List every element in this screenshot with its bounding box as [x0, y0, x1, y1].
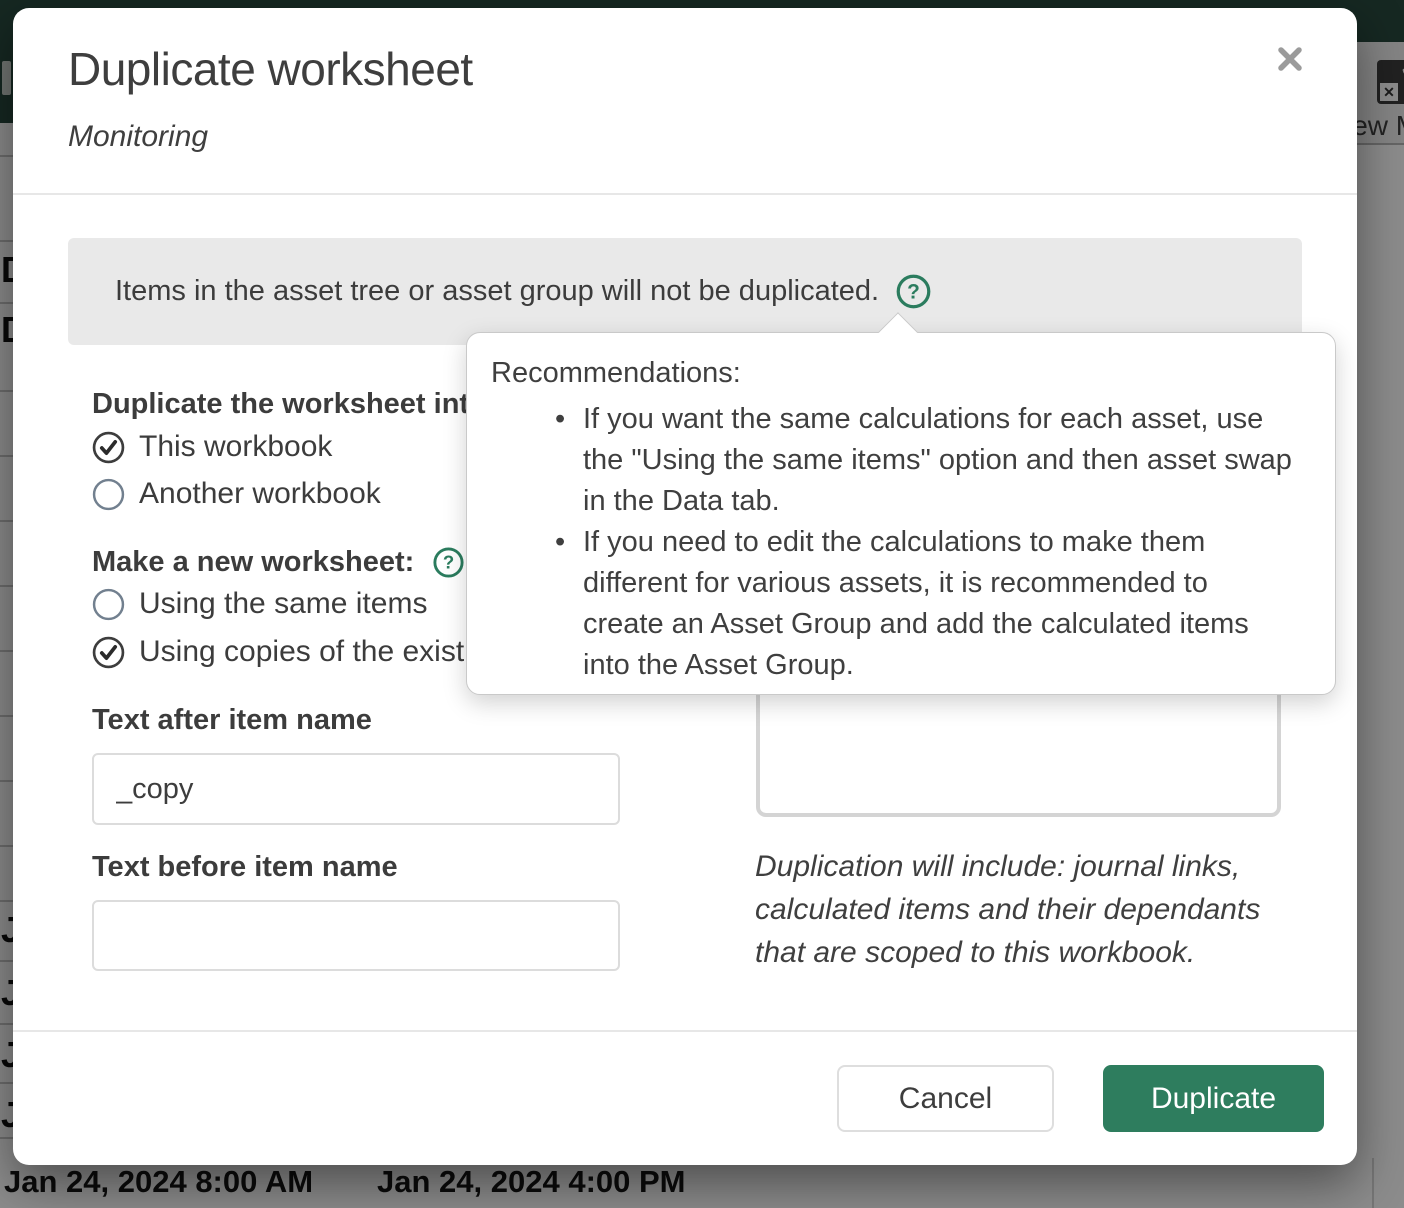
- worksheet-name: Monitoring: [68, 120, 208, 154]
- section-label-text: Make a new worksheet:: [92, 546, 414, 579]
- footer-divider: [13, 1030, 1357, 1032]
- tooltip-bullet-list: If you want the same calculations for ea…: [583, 399, 1295, 686]
- tooltip-title: Recommendations:: [491, 357, 741, 390]
- radio-unselected-icon: [92, 478, 125, 511]
- close-icon[interactable]: [1273, 42, 1317, 86]
- radio-label: Using the same items: [139, 587, 427, 621]
- help-icon[interactable]: ?: [432, 546, 465, 579]
- info-banner: Items in the asset tree or asset group w…: [68, 238, 1302, 345]
- new-worksheet-section-label: Make a new worksheet: ?: [92, 546, 465, 579]
- header-divider: [13, 193, 1357, 195]
- svg-text:?: ?: [907, 280, 920, 303]
- prefix-field-label: Text before item name: [92, 851, 398, 884]
- suffix-field-label: Text after item name: [92, 704, 372, 737]
- duplication-note: Duplication will include: journal links,…: [755, 845, 1275, 974]
- duplicate-button[interactable]: Duplicate: [1103, 1065, 1324, 1132]
- suffix-input[interactable]: [92, 753, 620, 825]
- tooltip-bullet: If you want the same calculations for ea…: [583, 399, 1295, 522]
- radio-unselected-icon: [92, 588, 125, 621]
- radio-label: This workbook: [139, 430, 332, 464]
- radio-this-workbook[interactable]: This workbook: [92, 430, 332, 464]
- radio-another-workbook[interactable]: Another workbook: [92, 477, 381, 511]
- radio-label: Another workbook: [139, 477, 381, 511]
- radio-selected-icon: [92, 636, 125, 669]
- radio-selected-icon: [92, 431, 125, 464]
- prefix-input[interactable]: [92, 900, 620, 971]
- tooltip-bullet: If you need to edit the calculations to …: [583, 522, 1295, 686]
- cancel-button[interactable]: Cancel: [837, 1065, 1054, 1132]
- dialog-title: Duplicate worksheet: [68, 42, 473, 96]
- radio-same-items[interactable]: Using the same items: [92, 587, 427, 621]
- info-banner-text: Items in the asset tree or asset group w…: [115, 275, 879, 308]
- screen: administration Monitoring ✓ ✕ New Mo D D…: [0, 0, 1404, 1208]
- recommendations-tooltip: Recommendations: If you want the same ca…: [466, 332, 1336, 695]
- svg-text:?: ?: [443, 552, 454, 573]
- help-icon[interactable]: ?: [895, 273, 932, 310]
- destination-section-label: Duplicate the worksheet into:: [92, 388, 496, 421]
